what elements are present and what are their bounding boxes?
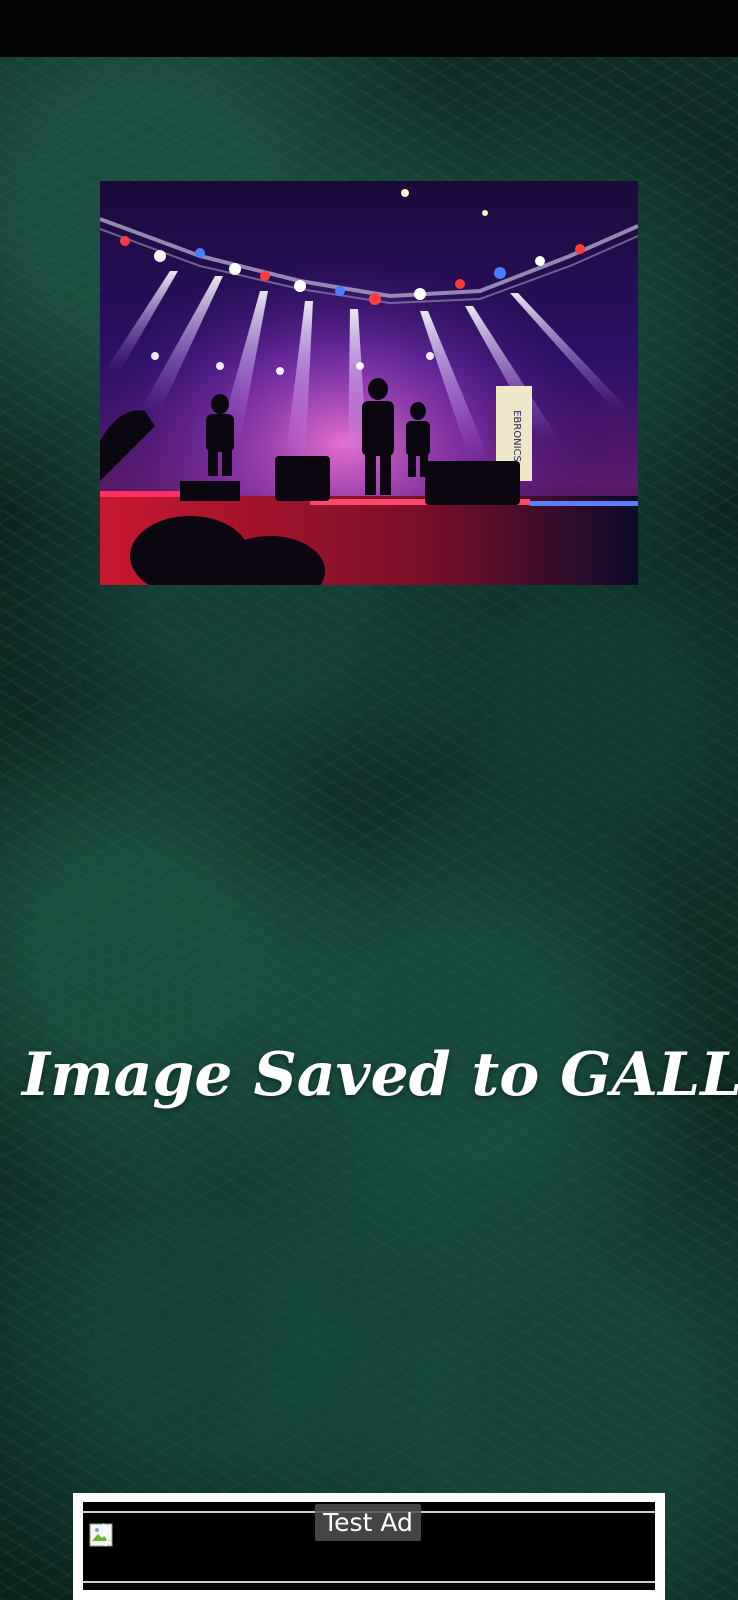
status-bar — [0, 0, 738, 57]
ad-content[interactable]: Test Ad — [83, 1502, 655, 1590]
saved-photo: EBRONICS — [100, 181, 638, 585]
concert-stage-photo-icon: EBRONICS — [100, 181, 638, 585]
ad-banner[interactable]: Test Ad — [73, 1493, 665, 1600]
test-ad-label: Test Ad — [315, 1504, 421, 1541]
ad-divider-bottom — [83, 1581, 655, 1583]
image-saved-caption: Image Saved to GALLERY — [22, 1040, 738, 1110]
app-screen: EBRONICS Image Saved to GAL Test Ad — [0, 0, 738, 1600]
svg-text:EBRONICS: EBRONICS — [511, 410, 522, 462]
broken-image-icon — [89, 1523, 113, 1547]
